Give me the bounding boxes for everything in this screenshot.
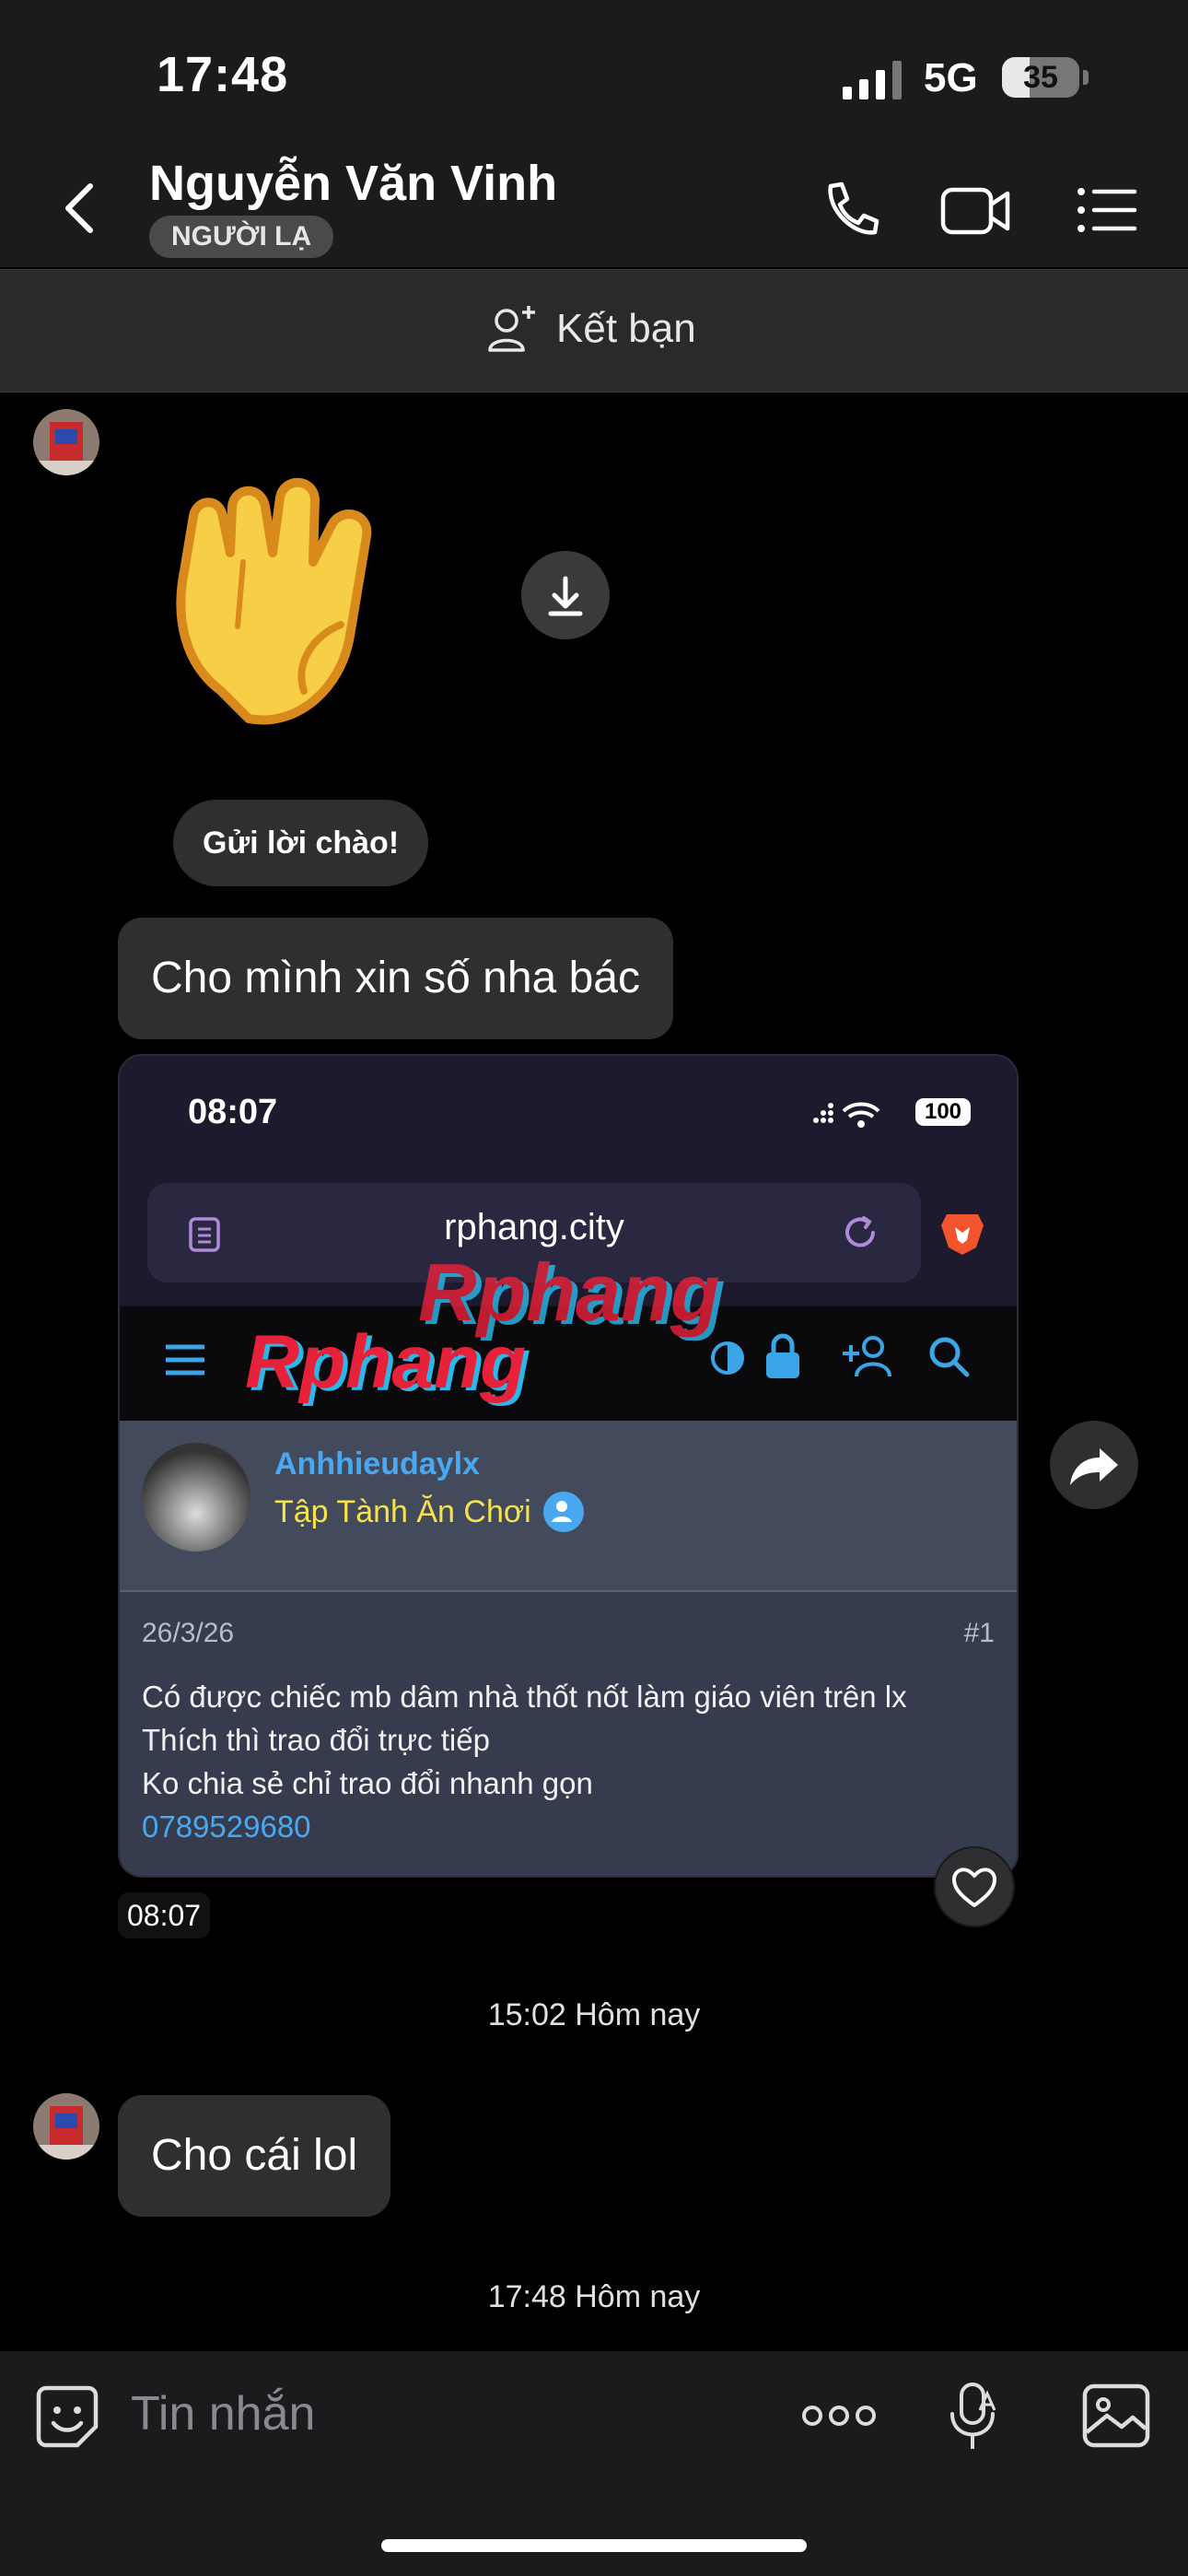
site-search-icon bbox=[929, 1337, 970, 1377]
menu-icon[interactable] bbox=[1074, 177, 1140, 243]
home-indicator bbox=[381, 2539, 807, 2552]
message-input[interactable]: Tin nhắn bbox=[131, 2386, 315, 2441]
user-title-text: Tập Tành Ăn Chơi bbox=[274, 1493, 531, 1529]
signal-icon bbox=[843, 61, 902, 100]
post-phone-link: 0789529680 bbox=[142, 1809, 311, 1844]
sticker-icon[interactable] bbox=[33, 2383, 101, 2451]
network-type: 5G bbox=[924, 55, 978, 100]
image-url: rphang.city bbox=[444, 1207, 624, 1247]
post-date: 26/3/26 bbox=[142, 1618, 235, 1648]
heart-icon bbox=[952, 1868, 996, 1907]
author-avatar bbox=[142, 1443, 250, 1551]
time-divider: 15:02 Hôm nay bbox=[487, 1997, 701, 2032]
download-button[interactable] bbox=[521, 551, 610, 639]
verified-icon bbox=[542, 1492, 584, 1532]
site-logo: Rphang bbox=[245, 1320, 527, 1404]
share-arrow-icon bbox=[1070, 1448, 1118, 1485]
phone-icon[interactable] bbox=[818, 177, 884, 243]
add-friend-button[interactable]: Kết bạn bbox=[486, 297, 696, 361]
message-bubble[interactable]: Cho mình xin số nha bác bbox=[118, 918, 673, 1039]
more-icon[interactable] bbox=[801, 2399, 877, 2432]
voice-icon[interactable] bbox=[949, 2381, 998, 2451]
image-status-time: 08:07 bbox=[188, 1093, 278, 1131]
post-number: #1 bbox=[963, 1618, 995, 1648]
contrast-icon bbox=[711, 1341, 744, 1375]
reload-icon bbox=[845, 1216, 875, 1247]
battery-percent: 35 bbox=[1023, 60, 1058, 95]
post-username: Anhhieudaylx bbox=[274, 1446, 480, 1481]
image-battery: 100 bbox=[915, 1098, 971, 1126]
post-line: Có được chiếc mb dâm nhà thốt nốt làm gi… bbox=[142, 1680, 907, 1714]
post-user-title: Tập Tành Ăn Chơi bbox=[274, 1491, 585, 1533]
post-text: Có được chiếc mb dâm nhà thốt nốt làm gi… bbox=[142, 1675, 907, 1848]
add-friend-label: Kết bạn bbox=[556, 306, 696, 351]
hamburger-icon bbox=[166, 1344, 204, 1376]
image-picker-icon[interactable] bbox=[1081, 2383, 1151, 2449]
download-icon bbox=[548, 576, 583, 616]
message-time: 08:07 bbox=[118, 1892, 211, 1938]
avatar[interactable] bbox=[33, 2093, 99, 2160]
battery-tip bbox=[1083, 70, 1089, 85]
time-divider: 17:48 Hôm nay bbox=[487, 2279, 701, 2314]
post-line: Thích thì trao đổi trực tiếp bbox=[142, 1723, 490, 1757]
contact-name[interactable]: Nguyễn Văn Vinh bbox=[149, 155, 557, 212]
lock-icon bbox=[766, 1333, 799, 1378]
post-line: Ko chia sẻ chỉ trao đổi nhanh gọn bbox=[142, 1766, 593, 1800]
avatar[interactable] bbox=[33, 409, 99, 475]
like-button[interactable] bbox=[934, 1846, 1015, 1927]
stranger-badge: NGƯỜI LẠ bbox=[149, 216, 334, 258]
register-icon bbox=[843, 1336, 891, 1377]
add-user-icon bbox=[488, 306, 535, 352]
greeting-chip[interactable]: Gửi lời chào! bbox=[173, 800, 429, 886]
status-time: 17:48 bbox=[157, 47, 289, 102]
image-status-icons bbox=[813, 1102, 880, 1128]
waving-hand-sticker[interactable] bbox=[166, 461, 442, 746]
shared-image[interactable]: 08:07 100 rphang.city Rphang Rphang Anhh… bbox=[118, 1054, 1019, 1878]
forward-button[interactable] bbox=[1050, 1421, 1138, 1509]
back-icon[interactable] bbox=[57, 181, 103, 236]
brave-icon bbox=[941, 1214, 984, 1255]
video-call-icon[interactable] bbox=[939, 177, 1013, 243]
message-bubble[interactable]: Cho cái lol bbox=[118, 2095, 391, 2217]
